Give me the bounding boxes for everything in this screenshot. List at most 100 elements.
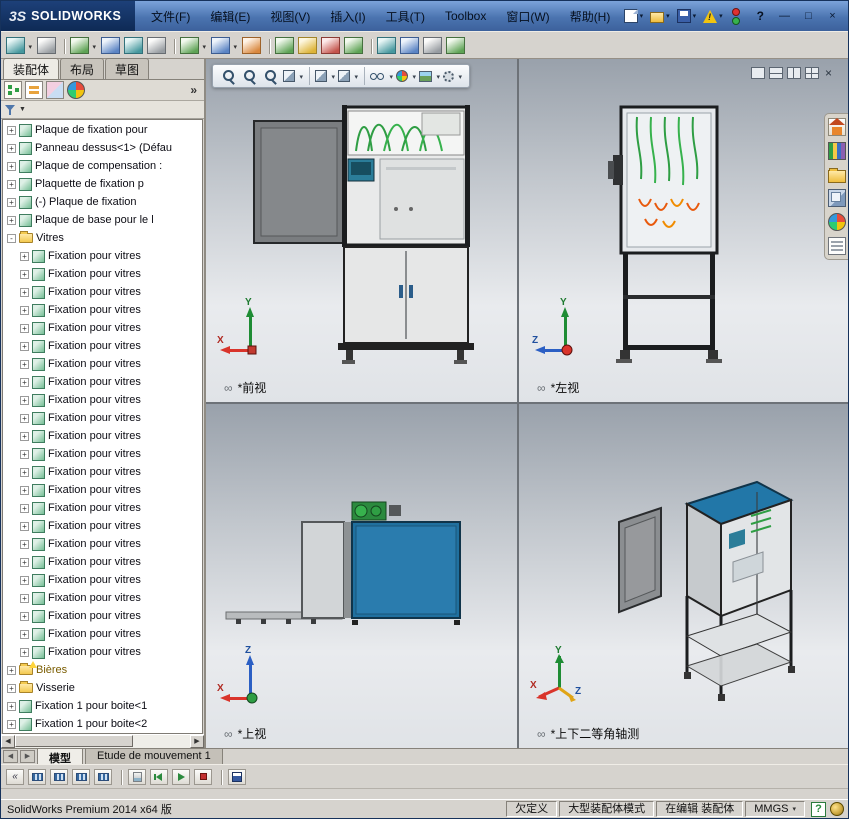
expander-icon[interactable]: [7, 683, 16, 693]
large-assembly-mode-icon[interactable]: [400, 36, 419, 54]
menu-item[interactable]: 窗口(W): [496, 1, 559, 31]
mate-icon[interactable]: [37, 36, 56, 54]
tree-item[interactable]: Fixation pour vitres: [3, 499, 202, 517]
tree-item[interactable]: Fixation pour vitres: [3, 265, 202, 283]
zoom-to-area-icon[interactable]: [241, 67, 259, 85]
expander-icon[interactable]: [20, 629, 29, 639]
tree-item[interactable]: Fixation pour vitres: [3, 643, 202, 661]
expander-icon[interactable]: [20, 395, 29, 405]
tree-item[interactable]: Fixation pour vitres: [3, 391, 202, 409]
tree-item[interactable]: Fixation pour vitres: [3, 589, 202, 607]
filter-caret-icon[interactable]: ▼: [19, 106, 26, 113]
calculate-icon[interactable]: [121, 768, 146, 785]
viewport-isometric[interactable]: Y X Z ∞ *上下二等角轴测: [519, 404, 848, 748]
tree-item[interactable]: Panneau dessus<1> (Défau: [3, 139, 202, 157]
reference-geometry-icon[interactable]: [211, 36, 237, 54]
view-palette-icon[interactable]: [827, 189, 846, 207]
close-button[interactable]: ×: [823, 8, 842, 24]
tree-item[interactable]: Fixation 1 pour boite<2: [3, 715, 202, 733]
viewport-two-horizontal-icon[interactable]: [768, 67, 783, 79]
tree-item[interactable]: Fixation pour vitres: [3, 409, 202, 427]
menu-item[interactable]: 文件(F): [141, 1, 200, 31]
expander-icon[interactable]: [20, 377, 29, 387]
smart-fasteners-icon[interactable]: [101, 36, 120, 54]
custom-properties-icon[interactable]: [827, 237, 846, 255]
expander-icon[interactable]: [20, 287, 29, 297]
tree-item[interactable]: (-) Plaque de fixation: [3, 193, 202, 211]
units-dropdown[interactable]: MMGS ▾: [745, 801, 805, 817]
expander-icon[interactable]: [20, 323, 29, 333]
tree-item[interactable]: Fixation pour vitres: [3, 463, 202, 481]
panel-tab[interactable]: 装配体: [3, 58, 60, 79]
tree-item[interactable]: Plaque de base pour le l: [3, 211, 202, 229]
maximize-button[interactable]: □: [799, 8, 818, 24]
filter-funnel-icon[interactable]: [5, 104, 16, 115]
tree-item[interactable]: Fixation 1 pour boite<1: [3, 697, 202, 715]
expander-icon[interactable]: [7, 719, 16, 729]
report-alert-icon[interactable]: [703, 9, 723, 23]
motionmanager-expand-icon[interactable]: [6, 768, 24, 785]
new-motion-study-icon[interactable]: [242, 36, 261, 54]
tree-item[interactable]: Fixation pour vitres: [3, 373, 202, 391]
view-settings-icon[interactable]: [443, 67, 462, 85]
tree-item[interactable]: Plaquette de fixation p: [3, 175, 202, 193]
expander-icon[interactable]: [20, 557, 29, 567]
expander-icon[interactable]: [20, 485, 29, 495]
save-animation-icon[interactable]: [221, 768, 246, 785]
graphics-area[interactable]: ×: [206, 59, 848, 748]
configurationmanager-tab-icon[interactable]: [46, 81, 64, 99]
tree-item[interactable]: Fixation pour vitres: [3, 301, 202, 319]
tree-item[interactable]: Fixation pour vitres: [3, 625, 202, 643]
play-icon[interactable]: [172, 768, 190, 785]
previous-view-icon[interactable]: [262, 67, 280, 85]
tree-item[interactable]: Fixation pour vitres: [3, 247, 202, 265]
scrollbar-track[interactable]: [15, 735, 190, 748]
tree-item[interactable]: Fixation pour vitres: [3, 445, 202, 463]
scrollbar-thumb[interactable]: [15, 735, 133, 747]
appearances-icon[interactable]: [827, 213, 846, 231]
scroll-right-button[interactable]: ▶: [190, 735, 204, 748]
expander-icon[interactable]: [20, 431, 29, 441]
linear-component-pattern-icon[interactable]: [64, 36, 96, 54]
tree-horizontal-scrollbar[interactable]: ◀ ▶: [1, 734, 204, 748]
solidworks-resources-icon[interactable]: [827, 118, 846, 136]
viewport-single-icon[interactable]: [750, 67, 765, 79]
tree-item[interactable]: Fixation pour vitres: [3, 319, 202, 337]
displaymanager-tab-icon[interactable]: [67, 81, 85, 99]
tab-scroll-left-button[interactable]: ◀: [3, 750, 18, 763]
tree-item[interactable]: Fixation pour vitres: [3, 553, 202, 571]
tree-item[interactable]: Fixation pour vitres: [3, 337, 202, 355]
new-document-icon[interactable]: [623, 9, 644, 23]
tree-item[interactable]: Vitres: [3, 229, 202, 247]
tab-scroll-right-button[interactable]: ▶: [20, 750, 35, 763]
stop-icon[interactable]: [194, 768, 212, 785]
insert-components-icon[interactable]: [6, 36, 32, 54]
tree-item[interactable]: Bières: [3, 661, 202, 679]
tree-item[interactable]: Fixation pour vitres: [3, 571, 202, 589]
minimize-button[interactable]: —: [775, 8, 794, 24]
viewport-top[interactable]: Z X ∞ *上视: [206, 404, 517, 748]
expander-icon[interactable]: [20, 521, 29, 531]
tree-item[interactable]: Fixation pour vitres: [3, 481, 202, 499]
design-library-icon[interactable]: [827, 142, 846, 160]
filter-results-icon[interactable]: [94, 768, 112, 785]
tree-item[interactable]: Plaque de compensation :: [3, 157, 202, 175]
expander-icon[interactable]: [7, 161, 16, 171]
tree-item[interactable]: Visserie: [3, 679, 202, 697]
expander-icon[interactable]: [20, 503, 29, 513]
expander-icon[interactable]: [20, 305, 29, 315]
zoom-to-fit-icon[interactable]: [220, 67, 238, 85]
play-from-start-icon[interactable]: [150, 768, 168, 785]
expander-icon[interactable]: [7, 179, 16, 189]
panel-more-button[interactable]: »: [186, 83, 201, 97]
tree-item[interactable]: Fixation pour vitres: [3, 535, 202, 553]
expander-icon[interactable]: [20, 413, 29, 423]
expander-icon[interactable]: [20, 575, 29, 585]
menu-item[interactable]: 编辑(E): [200, 1, 260, 31]
panel-tab[interactable]: 草图: [105, 58, 150, 79]
tree-item[interactable]: Fixation pour vitres: [3, 427, 202, 445]
viewport-front[interactable]: Y X ∞ *前视: [206, 59, 517, 402]
menu-item[interactable]: 插入(I): [320, 1, 375, 31]
mass-properties-icon[interactable]: [446, 36, 465, 54]
assembly-features-icon[interactable]: [174, 36, 206, 54]
